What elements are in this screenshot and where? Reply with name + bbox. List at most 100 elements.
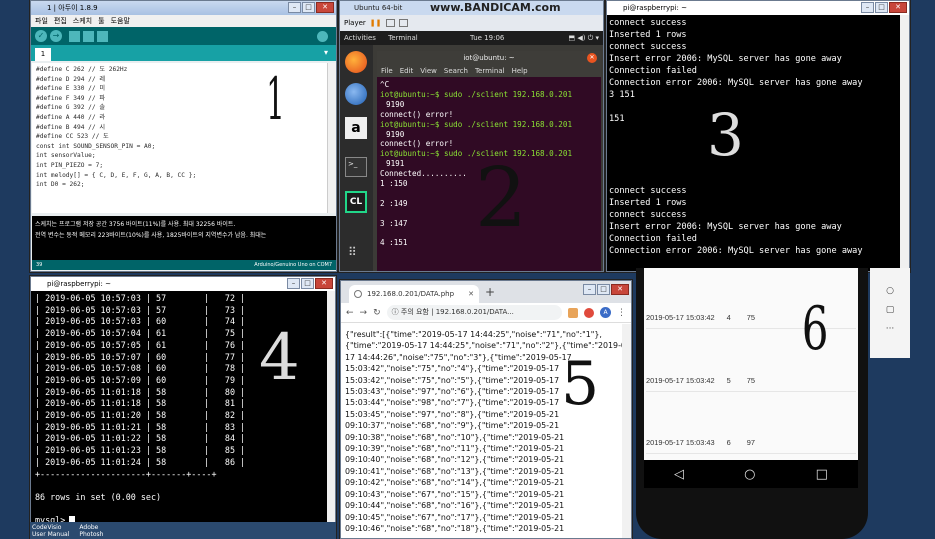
cell-no: 74 (224, 316, 236, 327)
player-menu[interactable]: Player (344, 19, 366, 27)
verify-button[interactable]: ✓ (35, 30, 47, 42)
menu-item[interactable]: 툴 (98, 15, 104, 27)
close-button[interactable]: ✕ (889, 2, 907, 13)
terminal-menu-item[interactable]: Edit (400, 65, 414, 77)
list-item[interactable]: 2019-05-17 15:03:42 5 75 (646, 376, 856, 392)
menu-item[interactable]: 파일 (35, 15, 48, 27)
tab-close-icon[interactable]: ✕ (468, 285, 474, 303)
menu-item[interactable]: 편집 (54, 15, 67, 27)
power-icon[interactable]: ○ (886, 286, 894, 296)
minimize-button[interactable]: – (287, 278, 300, 289)
minimize-button[interactable]: – (583, 284, 596, 295)
upload-button[interactable]: → (50, 30, 62, 42)
table-row: | 2019-06-05 10:57:09 | 60 | 79 | (35, 375, 331, 387)
cell-noise: 58 (156, 456, 167, 467)
vm-send-keys-icon[interactable] (398, 19, 408, 27)
terminal-icon[interactable]: >_ (345, 157, 367, 177)
terminal-menu-item[interactable]: Terminal (475, 65, 505, 77)
activities-button[interactable]: Activities (344, 34, 376, 42)
close-button[interactable]: ✕ (315, 278, 333, 289)
system-tray-icons[interactable]: ⬒ ◀) ⏻ ▾ (569, 31, 599, 45)
address-bar[interactable]: ⓘ 주의 요함 | 192.168.0.201/DATA... (386, 305, 562, 320)
terminal-app-menu[interactable]: Terminal (388, 34, 418, 42)
json-line: {"result":[{"time":"2019-05-17 14:44:25"… (345, 330, 602, 339)
back-nav-icon[interactable]: ◁ (674, 467, 684, 482)
profile-avatar[interactable]: A (600, 307, 611, 318)
tab-menu-icon[interactable]: ▾ (324, 48, 328, 57)
table-separator: +---------------------+-------+----+ (35, 468, 217, 479)
maximize-button[interactable]: □ (597, 284, 610, 295)
reload-button[interactable]: ↻ (373, 308, 381, 318)
taskbar-item[interactable]: Adobe Photosh (79, 522, 103, 539)
serial-monitor-button[interactable] (317, 30, 328, 42)
browser-scrollbar[interactable] (622, 324, 631, 538)
row-border-left: | (35, 421, 46, 432)
recents-nav-icon[interactable]: □ (816, 467, 828, 482)
extension-icon[interactable] (568, 307, 578, 318)
pause-icon[interactable]: ❚❚ (370, 19, 382, 27)
clion-icon[interactable]: CL (345, 191, 367, 213)
terminal-menu-item[interactable]: View (420, 65, 437, 77)
new-tab-button[interactable]: + (485, 285, 495, 299)
thunderbird-icon[interactable] (345, 83, 367, 105)
cell-sep: | (140, 316, 157, 327)
close-button[interactable]: ✕ (611, 284, 629, 295)
table-row: | 2019-06-05 10:57:04 | 61 | 75 | (35, 328, 331, 340)
maximize-button[interactable]: □ (302, 2, 315, 13)
screenshot-icon[interactable]: ▢ (886, 305, 895, 315)
forward-button[interactable]: → (360, 308, 368, 318)
desktop-taskbar-left: CodeVisio User Manual Adobe Photosh (30, 522, 336, 539)
terminal-line: 1 :150 (380, 179, 408, 189)
extension2-icon[interactable] (584, 307, 594, 318)
terminal-menu-item[interactable]: Help (512, 65, 528, 77)
close-button[interactable]: ✕ (316, 2, 334, 13)
terminal-menu-item[interactable]: File (381, 65, 393, 77)
menu-item[interactable]: 스케치 (73, 15, 92, 27)
security-warning[interactable]: 주의 요함 (401, 308, 429, 316)
pi3-scrollbar[interactable] (900, 15, 909, 271)
clock[interactable]: Tue 19:06 (470, 31, 504, 45)
code-line: const int SOUND_SENSOR_PIN = A0; (36, 142, 156, 150)
cell-time: 2019-06-05 11:01:22 (45, 433, 141, 444)
terminal-output[interactable]: ^C iot@ubuntu:~$ sudo ./sclient 192.168.0… (377, 77, 601, 251)
pi3-output[interactable]: connect success Inserted 1 rows connect su… (607, 15, 909, 259)
home-nav-icon[interactable]: ○ (744, 467, 755, 482)
browser-tab[interactable]: 192.168.0.201/DATA.php ✕ (349, 285, 479, 303)
terminal-close-icon[interactable]: ✕ (587, 53, 597, 63)
firefox-icon[interactable] (345, 51, 367, 73)
list-item[interactable]: 2019-05-17 15:03:43 6 97 (646, 438, 856, 454)
code-editor[interactable]: #define C 262 // 도 262Hz #define D 294 //… (32, 63, 327, 213)
pi3-line (609, 125, 907, 137)
new-button[interactable] (69, 30, 80, 42)
row-border-right: | (235, 328, 246, 339)
json-line: 15:03:43","noise":"97","no":"6"},{"time"… (345, 387, 560, 397)
row-border-right: | (235, 445, 246, 456)
row-border-right: | (235, 386, 246, 397)
vm-settings-icon[interactable] (385, 19, 395, 27)
editor-scrollbar[interactable] (327, 63, 336, 213)
pi4-scrollbar[interactable] (327, 291, 335, 538)
save-button[interactable] (97, 30, 108, 42)
status-board: Arduino/Genuino Uno on COM7 (254, 262, 332, 268)
cell-sep: | (198, 398, 215, 409)
info-icon[interactable]: ⓘ (392, 308, 399, 316)
show-apps-icon[interactable]: ⠿ (348, 245, 357, 259)
browser-menu-icon[interactable]: ⋮ (617, 308, 626, 318)
terminal-menu-item[interactable]: Search (444, 65, 468, 77)
row-border-left: | (35, 339, 46, 350)
mysql-output[interactable]: | 2019-06-05 10:57:03 | 57 | 72 | | 2019-… (31, 291, 335, 529)
taskbar-item[interactable]: CodeVisio User Manual (32, 522, 69, 539)
list-item[interactable]: 2019-05-17 15:03:42 4 75 (646, 313, 856, 329)
maximize-button[interactable]: □ (875, 2, 888, 13)
menu-item[interactable]: 도움말 (111, 15, 130, 27)
tab-sketch[interactable]: 1 (35, 48, 51, 61)
open-button[interactable] (83, 30, 94, 42)
minimize-button[interactable]: – (861, 2, 874, 13)
back-button[interactable]: ← (346, 308, 354, 318)
maximize-button[interactable]: □ (301, 278, 314, 289)
amazon-icon[interactable]: a (345, 117, 367, 139)
cell-sep: | (198, 316, 215, 327)
more-icon[interactable]: ··· (886, 324, 895, 334)
minimize-button[interactable]: – (288, 2, 301, 13)
